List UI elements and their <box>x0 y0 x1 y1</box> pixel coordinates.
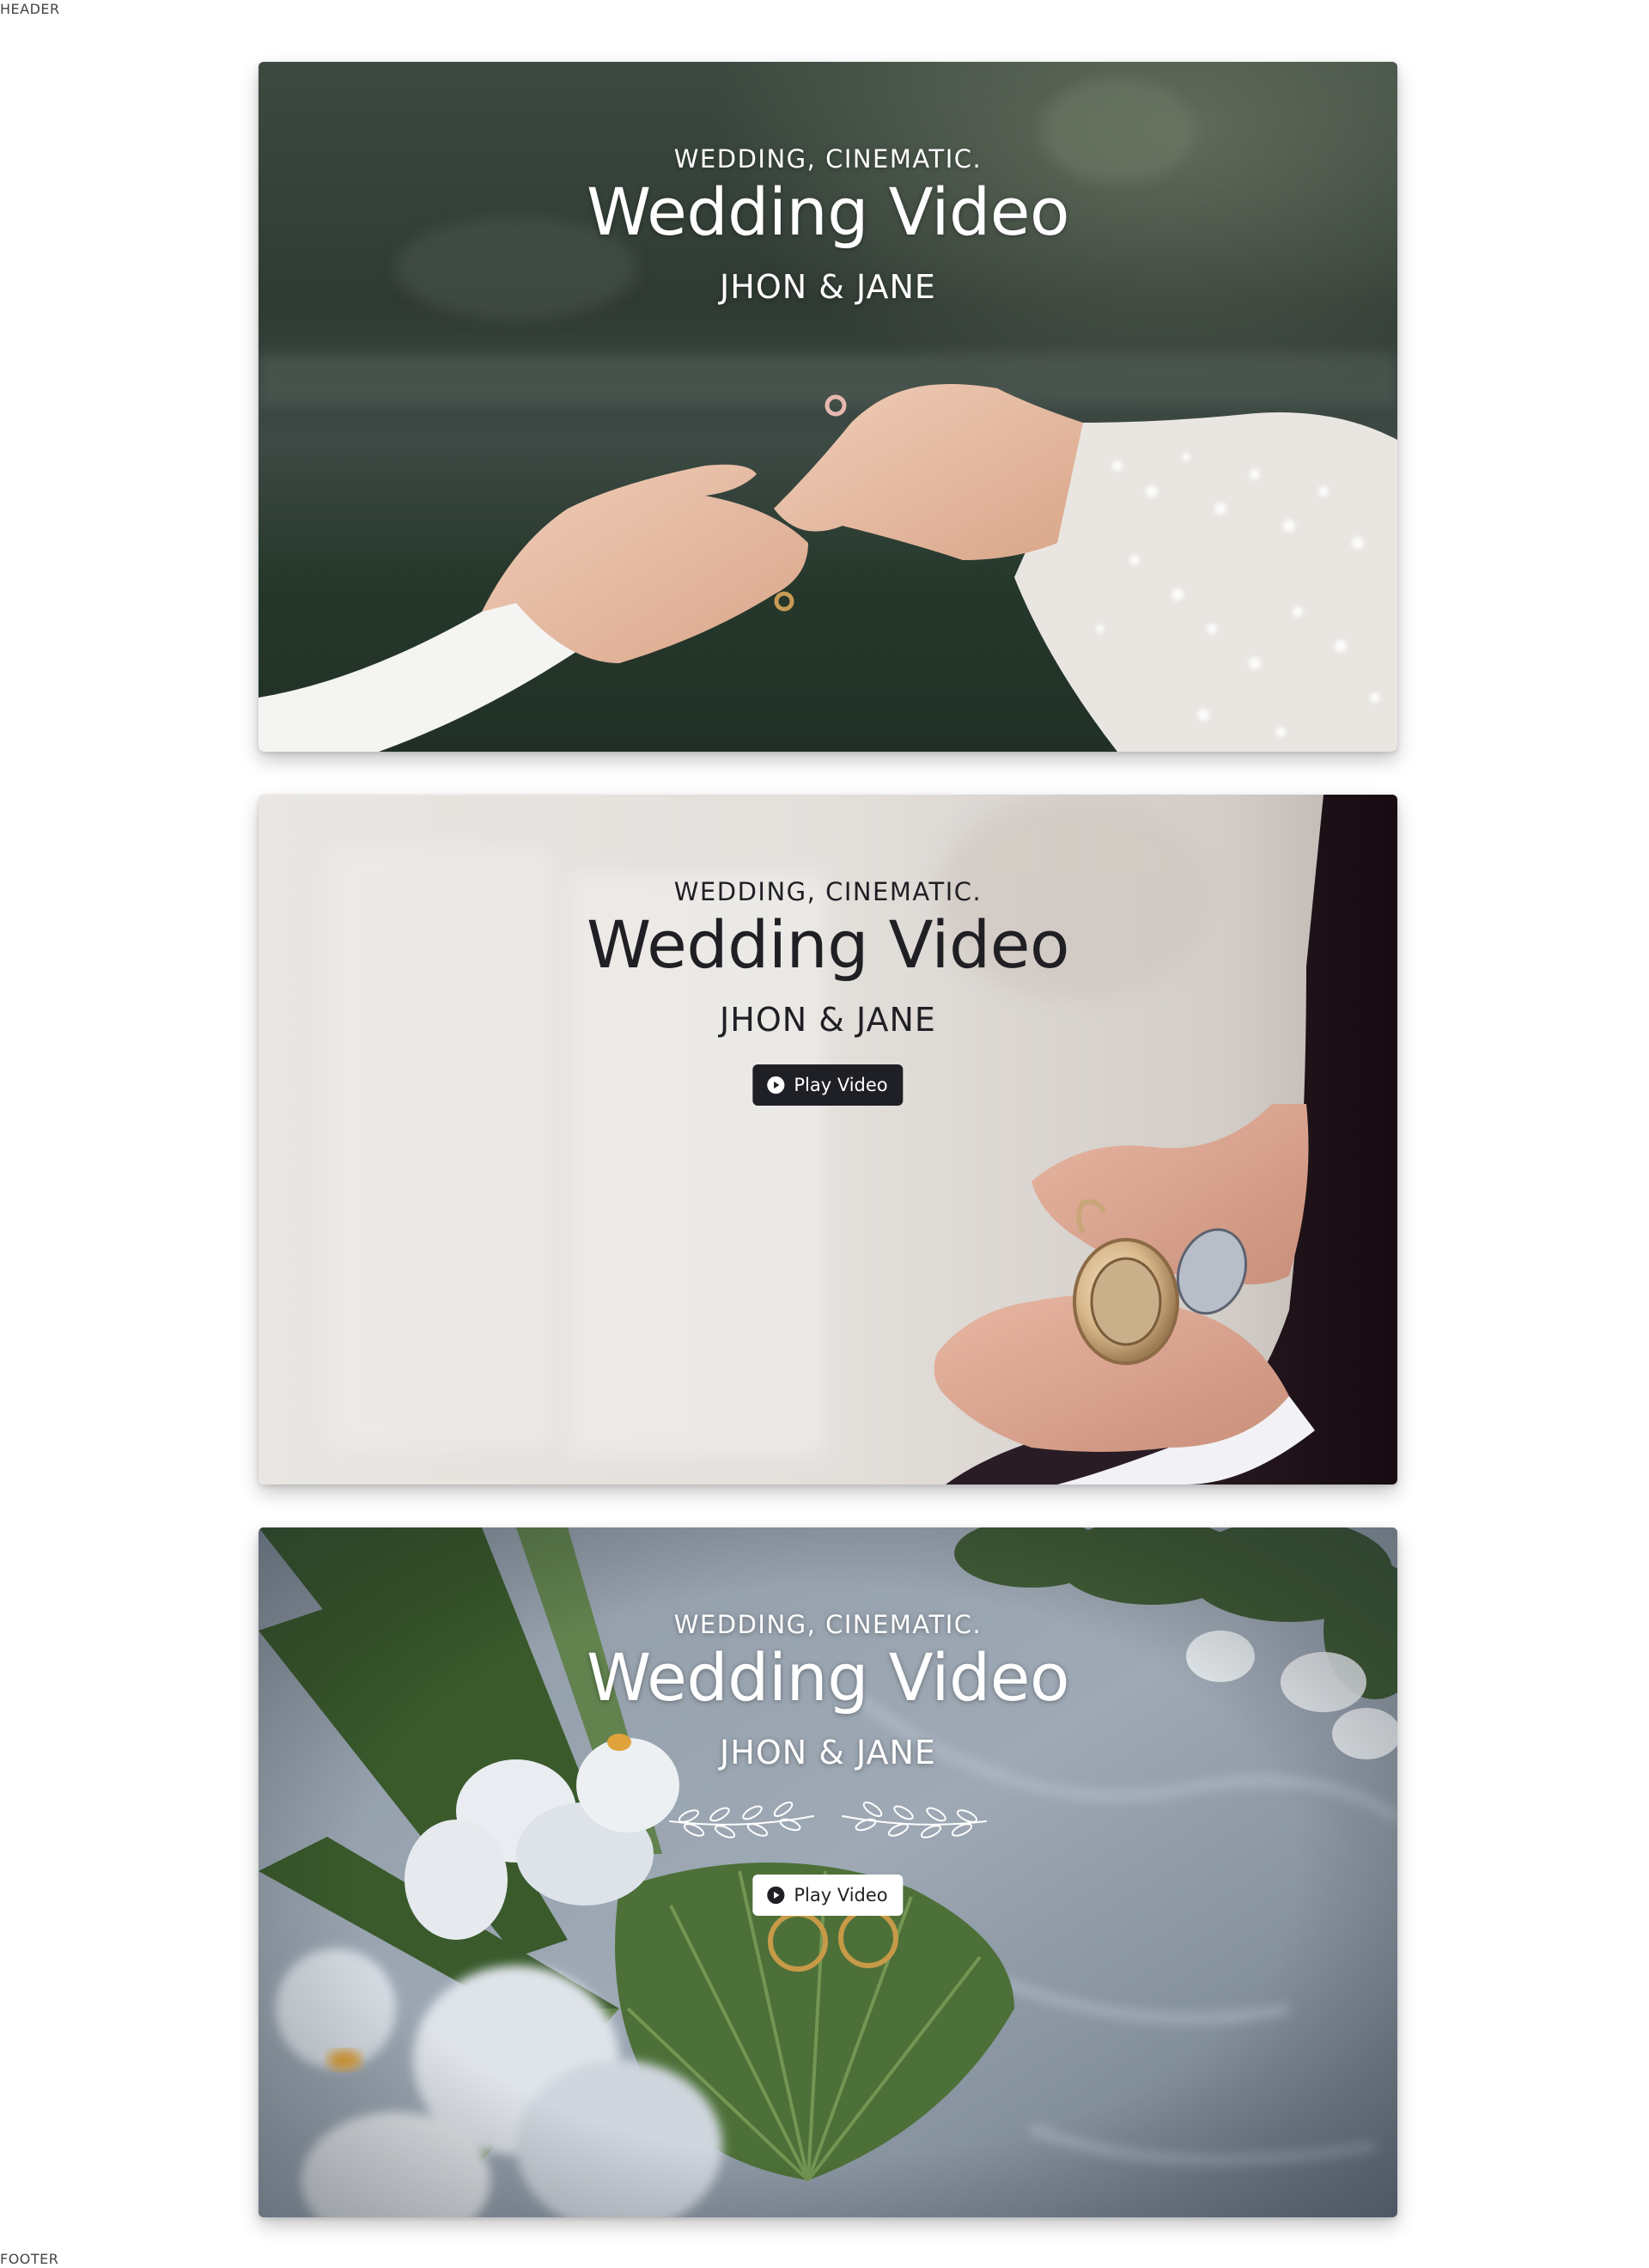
laurel-divider-icon <box>669 1801 987 1838</box>
couple-names: JHON & JANE <box>720 1001 936 1039</box>
video-card-3[interactable]: WEDDING, CINEMATIC. Wedding Video JHON &… <box>259 1527 1397 2217</box>
card-title: Wedding Video <box>586 174 1070 250</box>
card-eyebrow: WEDDING, CINEMATIC. <box>673 144 983 174</box>
play-video-button[interactable]: Play Video <box>752 1064 904 1106</box>
play-video-label: Play Video <box>794 1075 888 1095</box>
footer-label: FOOTER <box>0 2251 59 2267</box>
card-eyebrow: WEDDING, CINEMATIC. <box>673 1610 983 1639</box>
header-label: HEADER <box>0 1 60 17</box>
couple-names: JHON & JANE <box>720 1734 936 1771</box>
play-circle-icon <box>767 1076 785 1094</box>
couple-names: JHON & JANE <box>720 268 936 306</box>
video-card-1[interactable]: WEDDING, CINEMATIC. Wedding Video JHON &… <box>259 62 1397 752</box>
play-circle-icon <box>767 1886 785 1905</box>
card-title: Wedding Video <box>586 1639 1070 1716</box>
play-video-button[interactable]: Play Video <box>752 1875 904 1916</box>
video-card-2[interactable]: WEDDING, CINEMATIC. Wedding Video JHON &… <box>259 795 1397 1485</box>
card-title: Wedding Video <box>586 906 1070 983</box>
play-video-label: Play Video <box>794 1885 888 1905</box>
card-eyebrow: WEDDING, CINEMATIC. <box>673 877 983 906</box>
